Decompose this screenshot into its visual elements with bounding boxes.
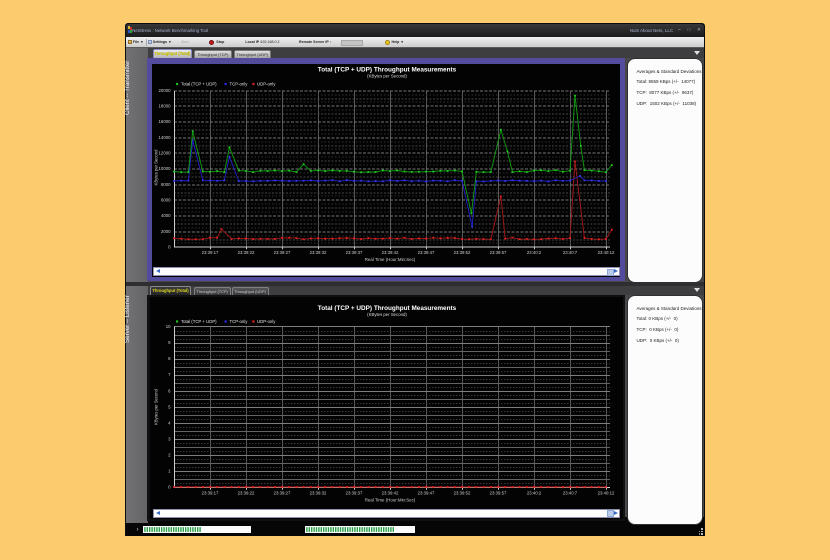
svg-text:TCP-only: TCP-only <box>230 319 249 324</box>
svg-text:Total (TCP + UDP) Throughput M: Total (TCP + UDP) Throughput Measurement… <box>318 305 457 312</box>
svg-text:6: 6 <box>168 388 171 393</box>
svg-text:2: 2 <box>168 453 171 458</box>
svg-text:UDP-only: UDP-only <box>257 81 276 86</box>
svg-text:23:39:17: 23:39:17 <box>202 491 219 496</box>
svg-text:23:39:47: 23:39:47 <box>418 250 435 255</box>
svg-text:23:40:12: 23:40:12 <box>598 250 615 255</box>
svg-text:9: 9 <box>168 340 171 345</box>
svg-text:8: 8 <box>168 356 171 361</box>
svg-text:23:39:22: 23:39:22 <box>238 491 255 496</box>
svg-text:(KBytes per Second): (KBytes per Second) <box>367 73 407 78</box>
svg-text:23:39:27: 23:39:27 <box>274 250 291 255</box>
svg-text:KBytes per Second: KBytes per Second <box>154 388 159 425</box>
svg-text:Real Time (Hour:Min:Sec): Real Time (Hour:Min:Sec) <box>365 257 416 262</box>
svg-text:7: 7 <box>168 372 171 377</box>
svg-text:23:39:57: 23:39:57 <box>490 491 507 496</box>
svg-text:23:39:42: 23:39:42 <box>382 491 399 496</box>
svg-text:23:39:32: 23:39:32 <box>310 250 327 255</box>
svg-text:8000: 8000 <box>161 181 171 186</box>
svg-text:0: 0 <box>168 244 171 249</box>
svg-text:4: 4 <box>168 420 171 425</box>
svg-text:10: 10 <box>166 324 171 329</box>
svg-text:Total (TCP + UDP) Throughput M: Total (TCP + UDP) Throughput Measurement… <box>318 66 457 73</box>
svg-text:Total (TCP + UDP): Total (TCP + UDP) <box>181 319 217 324</box>
svg-text:KBytes per Second: KBytes per Second <box>154 148 159 185</box>
svg-text:23:39:37: 23:39:37 <box>346 250 363 255</box>
svg-text:1: 1 <box>168 469 171 474</box>
svg-text:23:39:52: 23:39:52 <box>454 250 471 255</box>
svg-text:UDP-only: UDP-only <box>257 319 276 324</box>
svg-text:18000: 18000 <box>159 103 172 108</box>
svg-text:23:39:57: 23:39:57 <box>490 250 507 255</box>
svg-text:23:39:37: 23:39:37 <box>346 491 363 496</box>
svg-text:23:40:7: 23:40:7 <box>563 491 578 496</box>
svg-text:2000: 2000 <box>161 228 171 233</box>
svg-text:14000: 14000 <box>159 134 172 139</box>
svg-text:16000: 16000 <box>159 119 172 124</box>
svg-text:23:39:32: 23:39:32 <box>310 491 327 496</box>
svg-text:10000: 10000 <box>159 166 172 171</box>
svg-text:(KBytes per Second): (KBytes per Second) <box>367 312 407 317</box>
svg-text:0: 0 <box>168 485 171 490</box>
svg-text:23:40:7: 23:40:7 <box>563 250 578 255</box>
svg-text:23:39:17: 23:39:17 <box>202 250 219 255</box>
svg-text:23:40:2: 23:40:2 <box>527 491 542 496</box>
svg-text:Real Time (Hour:Min:Sec): Real Time (Hour:Min:Sec) <box>365 498 416 503</box>
svg-text:23:39:52: 23:39:52 <box>454 491 471 496</box>
svg-text:12000: 12000 <box>159 150 172 155</box>
svg-text:5: 5 <box>168 404 171 409</box>
svg-text:6000: 6000 <box>161 197 171 202</box>
svg-text:23:39:27: 23:39:27 <box>274 491 291 496</box>
svg-text:20000: 20000 <box>159 87 172 92</box>
svg-text:23:40:12: 23:40:12 <box>598 491 615 496</box>
svg-text:23:40:2: 23:40:2 <box>527 250 542 255</box>
svg-text:23:39:22: 23:39:22 <box>238 250 255 255</box>
svg-text:Total (TCP + UDP): Total (TCP + UDP) <box>181 81 217 86</box>
svg-text:3: 3 <box>168 437 171 442</box>
svg-text:4000: 4000 <box>161 213 171 218</box>
svg-text:TCP-only: TCP-only <box>230 81 249 86</box>
svg-text:23:39:42: 23:39:42 <box>382 250 399 255</box>
svg-text:23:39:47: 23:39:47 <box>418 491 435 496</box>
